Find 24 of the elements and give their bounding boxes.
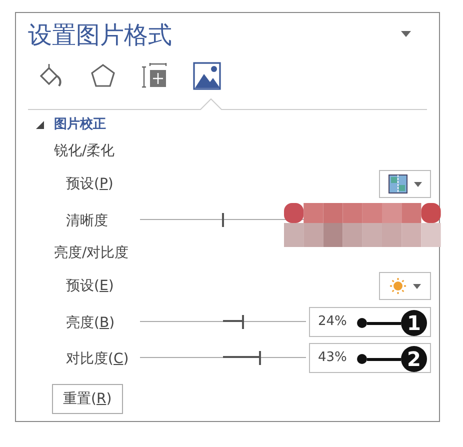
slider-track[interactable] [140,351,306,365]
slider-thumb[interactable] [258,351,261,365]
slider-thumb[interactable] [242,315,244,329]
dropdown-arrow-icon[interactable] [401,31,411,37]
caret-icon [413,284,421,288]
collapse-triangle-icon[interactable] [36,121,44,129]
picture-grid-icon [388,174,408,194]
sun-icon [389,277,407,295]
field-label: 预设(E) [66,276,114,296]
field-label: 亮度/对比度 [54,244,129,262]
section-title[interactable]: 图片校正 [54,115,106,135]
panel-title: 设置图片格式 [28,20,172,51]
field-label: 预设(P) [66,174,114,194]
preset-dropdown[interactable] [379,170,431,198]
pentagon-icon [90,63,116,89]
field-label: 亮度(B) [66,315,115,331]
size-position-icon [142,63,168,89]
caret-icon [414,182,422,186]
paint-bucket-icon [38,63,64,89]
field-label: 对比度(C) [66,351,129,367]
reset-button[interactable]: 重置(R) [52,384,123,414]
field-label: 锐化/柔化 [54,142,115,160]
field-label: 清晰度 [66,213,108,229]
slider-track[interactable] [140,315,306,329]
